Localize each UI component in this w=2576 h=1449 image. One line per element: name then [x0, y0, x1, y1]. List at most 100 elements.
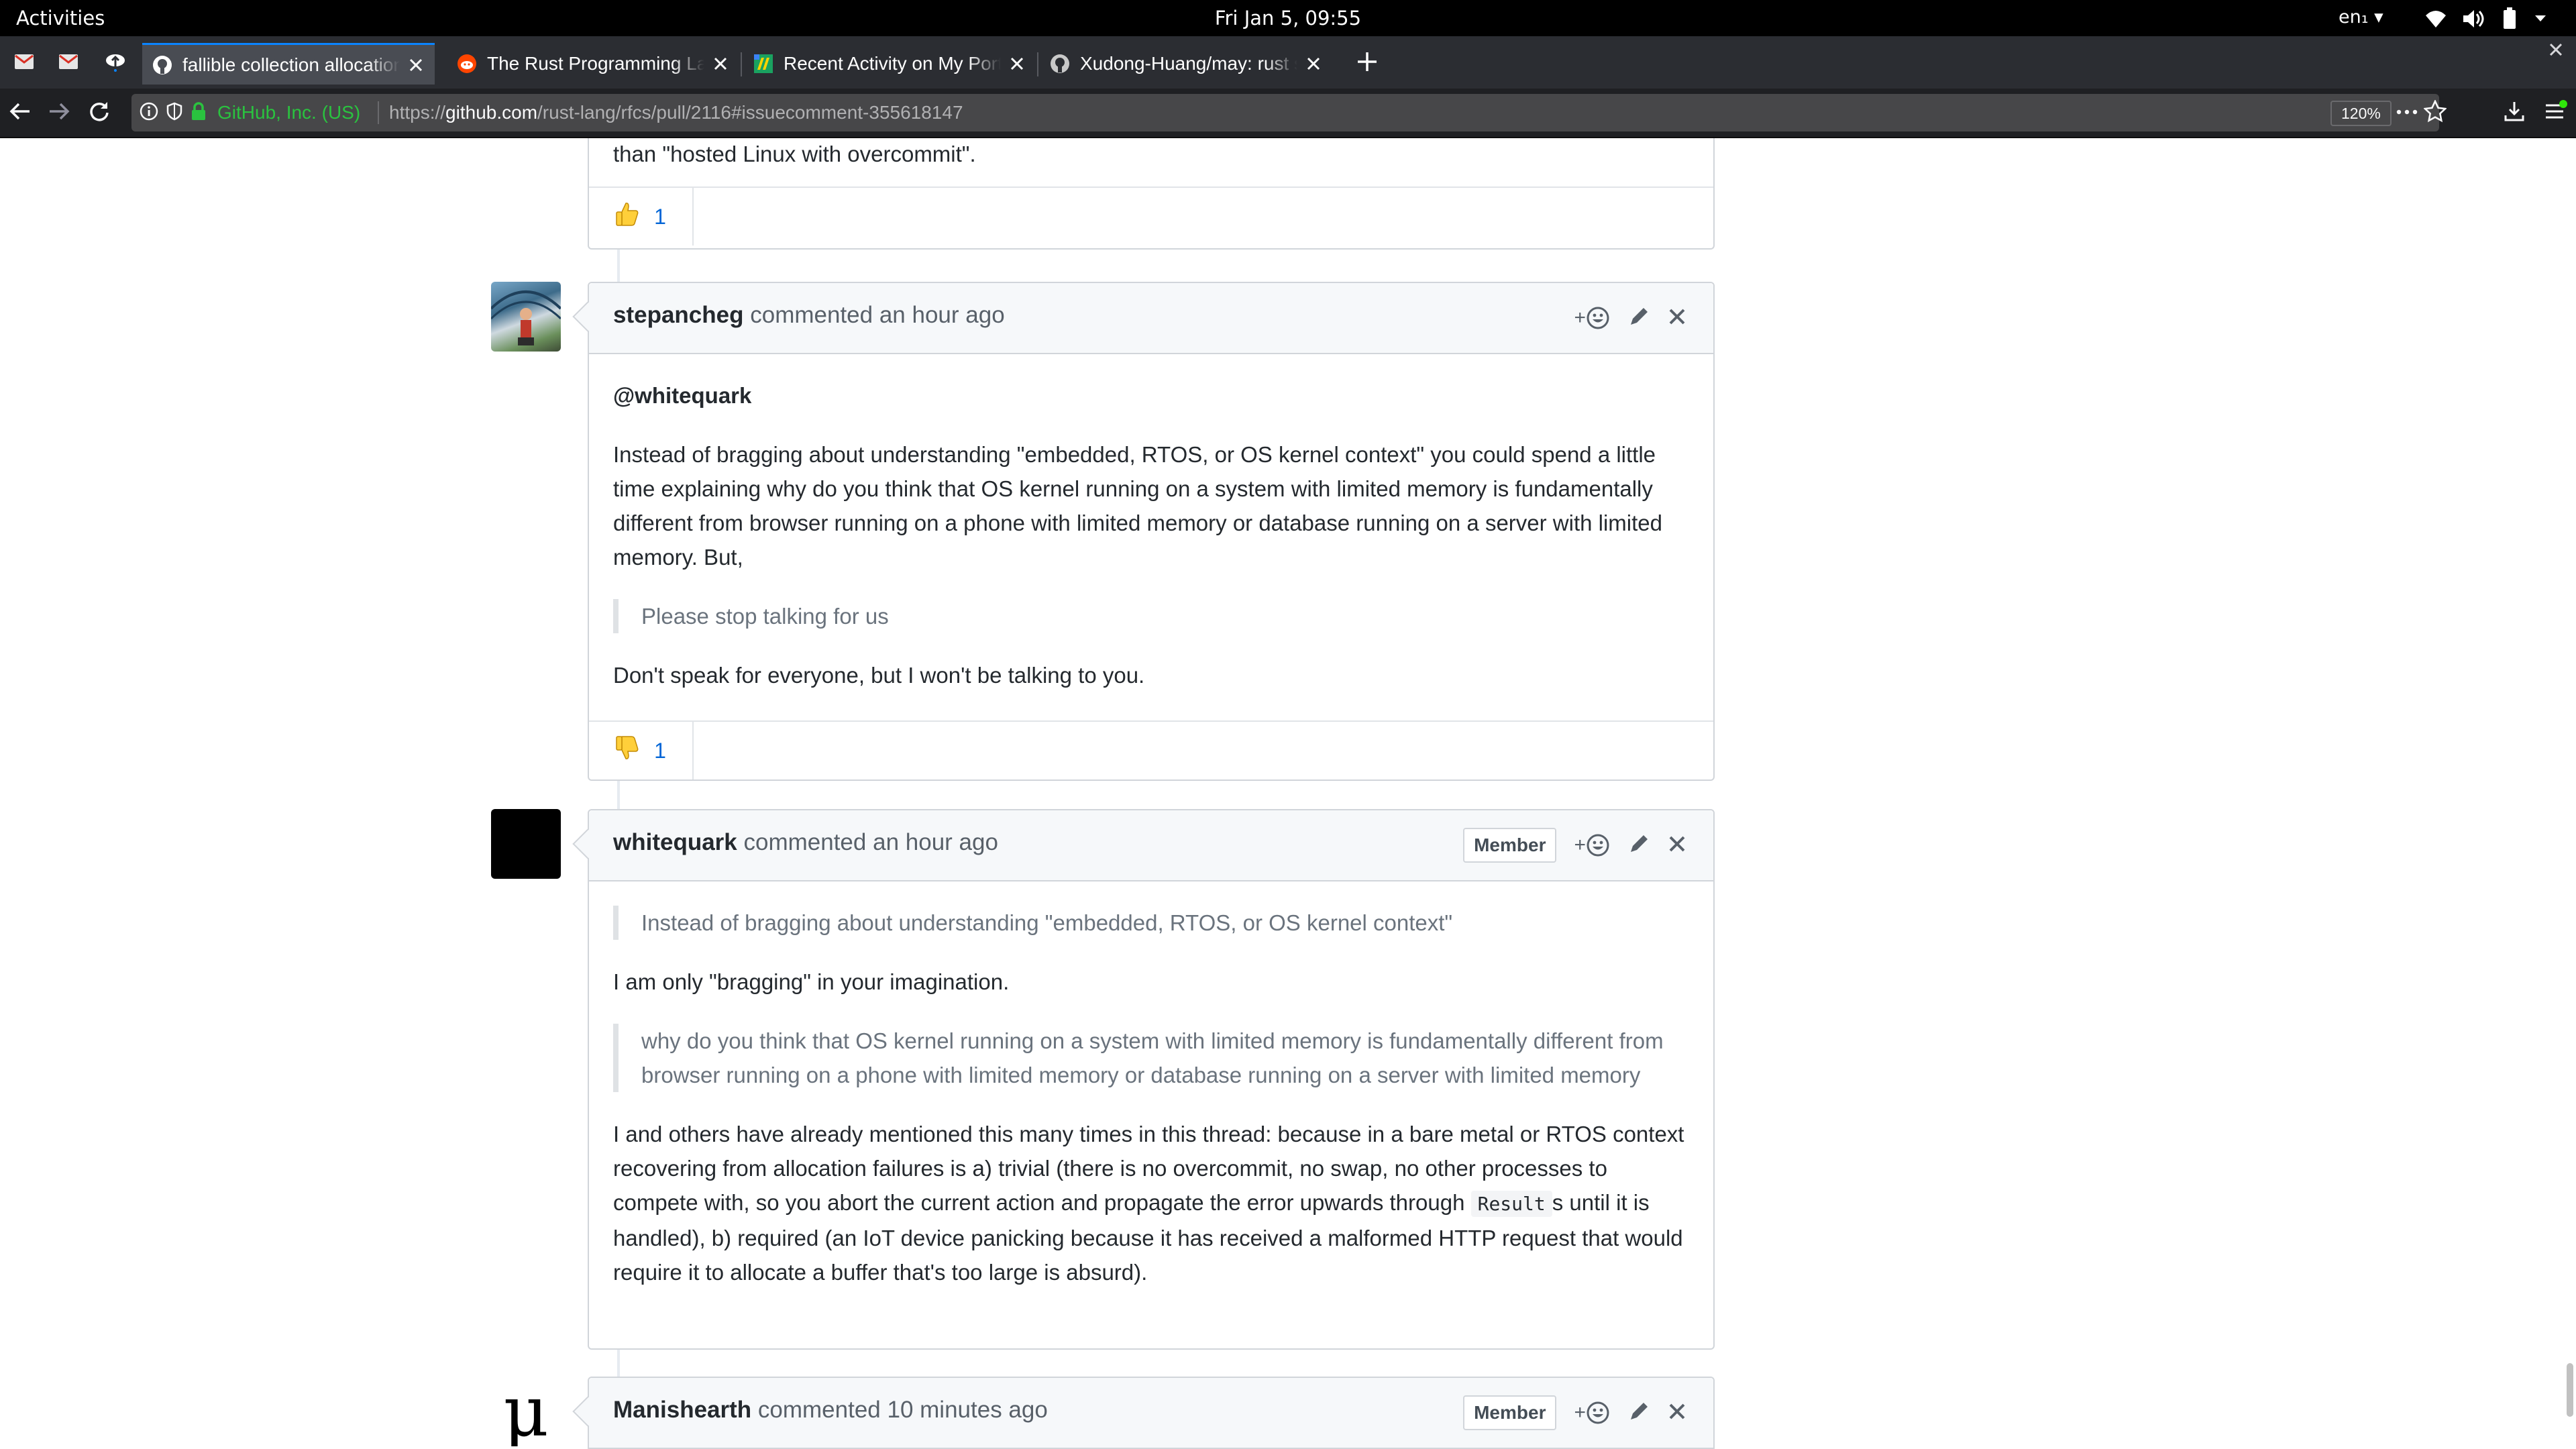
previous-comment-text: than "hosted Linux with overcommit".	[613, 142, 976, 166]
add-reaction-button[interactable]: +	[1574, 306, 1610, 330]
system-tray[interactable]	[2424, 5, 2546, 32]
comment-author[interactable]: Manishearth	[613, 1397, 751, 1423]
pinned-tab-gmail-1[interactable]	[4, 46, 44, 80]
tab-separator	[1037, 52, 1038, 76]
comment-whitequark: whitequark commented an hour ago Member …	[572, 809, 1715, 1350]
pencil-icon	[1631, 307, 1648, 325]
comment-timestamp[interactable]: 10 minutes ago	[888, 1397, 1048, 1423]
gmail-icon	[14, 54, 34, 73]
forward-button[interactable]	[43, 97, 75, 129]
comment-author[interactable]: whitequark	[613, 829, 737, 855]
url-prefix: https://	[389, 102, 446, 123]
page-actions-button[interactable]	[2394, 102, 2420, 123]
avatar-whitequark[interactable]	[491, 809, 561, 879]
comment-actions: Member +	[1463, 828, 1686, 863]
tab-close-icon[interactable]	[711, 54, 730, 73]
navigation-bar: GitHub, Inc. (US) https://github.com/rus…	[0, 89, 2576, 138]
avatar-manishearth[interactable]: µ	[491, 1377, 561, 1446]
comment-actions: Member +	[1463, 1395, 1686, 1430]
page-scrollbar[interactable]	[2563, 138, 2576, 1449]
system-menu-chevron-icon	[2534, 15, 2546, 23]
comment-timestamp[interactable]: an hour ago	[873, 829, 998, 855]
more-horizontal-icon	[2396, 107, 2418, 119]
smiley-icon	[1587, 834, 1609, 857]
comment-author[interactable]: stepancheg	[613, 302, 744, 328]
new-tab-button[interactable]	[1352, 48, 1382, 78]
url-text[interactable]: https://github.com/rust-lang/rfcs/pull/2…	[389, 102, 963, 123]
main-menu-button[interactable]	[2540, 97, 2572, 129]
github-icon	[152, 54, 173, 76]
gmail-icon	[58, 54, 78, 73]
tab-rust-programming-language[interactable]: The Rust Programming Language	[447, 43, 739, 85]
clock[interactable]: Fri Jan 5, 09:55	[1215, 7, 1361, 30]
delete-comment-button[interactable]	[1668, 307, 1686, 329]
comment-header: whitequark commented an hour ago Member …	[589, 810, 1713, 881]
tab-xudong-may[interactable]: Xudong-Huang/may: rust stackful coroutin…	[1040, 43, 1332, 85]
portfolio-icon	[753, 53, 774, 74]
comment-manishearth: Manishearth commented 10 minutes ago Mem…	[572, 1377, 1715, 1449]
pinned-tab-gmail-2[interactable]	[48, 46, 89, 80]
language-indicator[interactable]: en₁ ▾	[2339, 7, 2383, 28]
window-close-button[interactable]	[2546, 42, 2565, 60]
tab-title: Xudong-Huang/may: rust stackful coroutin…	[1080, 53, 1297, 74]
tab-close-icon[interactable]	[407, 56, 425, 74]
smiley-icon	[1587, 307, 1609, 329]
tab-separator	[741, 52, 742, 76]
battery-icon	[2500, 7, 2520, 30]
avatar-stepancheg[interactable]	[491, 282, 561, 352]
comment-body: @whitequark Instead of bragging about un…	[589, 354, 1713, 719]
comment-quote: why do you think that OS kernel running …	[613, 1024, 1690, 1092]
add-reaction-plus: +	[1574, 307, 1586, 329]
edit-comment-button[interactable]	[1627, 305, 1650, 331]
tab-title: fallible collection allocation	[182, 54, 400, 75]
reaction-thumbs-up[interactable]: 1	[589, 188, 694, 246]
member-badge: Member	[1463, 828, 1557, 863]
tab-strip: fallible collection allocation The Rust …	[0, 36, 2576, 89]
timeline-connector	[617, 250, 620, 283]
add-reaction-button[interactable]: +	[1574, 833, 1610, 857]
delete-comment-button[interactable]	[1668, 835, 1686, 857]
add-reaction-button[interactable]: +	[1574, 1401, 1610, 1425]
zoom-reset-button[interactable]: 120%	[2330, 101, 2392, 126]
tab-recent-activity[interactable]: Recent Activity on My Portfolio	[743, 43, 1036, 85]
comment-quote: Instead of bragging about understanding …	[613, 906, 1690, 940]
forward-arrow-icon	[48, 101, 70, 125]
tracking-shield-icon	[166, 102, 182, 124]
comment-timestamp[interactable]: an hour ago	[879, 302, 1005, 328]
scrollbar-thumb[interactable]	[2567, 1363, 2573, 1417]
library-download-icon	[2504, 101, 2525, 125]
reload-button[interactable]	[83, 97, 115, 129]
tab-close-icon[interactable]	[1304, 54, 1323, 73]
user-mention[interactable]: @whitequark	[613, 378, 1690, 413]
back-button[interactable]	[4, 97, 36, 129]
comment-body: Instead of bragging about understanding …	[589, 881, 1713, 1316]
system-top-bar: Activities Fri Jan 5, 09:55 en₁ ▾	[0, 0, 2576, 36]
back-arrow-icon	[9, 101, 31, 125]
tab-fallible-collection[interactable]: fallible collection allocation	[142, 43, 435, 85]
pencil-icon	[1631, 1402, 1648, 1419]
edit-comment-button[interactable]	[1627, 833, 1650, 859]
comment-header: Manishearth commented 10 minutes ago Mem…	[589, 1378, 1713, 1449]
comment-actions: +	[1574, 301, 1686, 335]
delete-comment-button[interactable]	[1668, 1402, 1686, 1424]
comment-stepancheg: stepancheg commented an hour ago + @whit…	[572, 282, 1715, 781]
reaction-thumbs-down[interactable]: 1	[589, 722, 694, 780]
close-icon	[1669, 836, 1685, 851]
activities-button[interactable]: Activities	[16, 7, 105, 30]
url-separator	[378, 101, 380, 124]
avatar-photo-icon	[491, 290, 561, 345]
url-bar[interactable]: GitHub, Inc. (US) https://github.com/rus…	[131, 94, 2447, 131]
thumbs-up-icon	[615, 201, 639, 232]
library-button[interactable]	[2498, 97, 2530, 129]
comment-action: commented	[743, 829, 867, 855]
previous-comment-tail: than "hosted Linux with overcommit". 1	[588, 138, 1715, 250]
add-reaction-plus: +	[1574, 1401, 1586, 1424]
tab-close-icon[interactable]	[1008, 54, 1026, 73]
pinned-tab-drive[interactable]	[95, 46, 136, 80]
comment-meta: whitequark commented an hour ago	[613, 829, 998, 856]
pencil-icon	[1631, 835, 1648, 852]
edit-comment-button[interactable]	[1627, 1400, 1650, 1426]
bookmark-star-button[interactable]	[2422, 99, 2449, 125]
site-identity[interactable]: GitHub, Inc. (US)	[140, 94, 380, 131]
comment-paragraph: I am only "bragging" in your imagination…	[613, 969, 1010, 994]
